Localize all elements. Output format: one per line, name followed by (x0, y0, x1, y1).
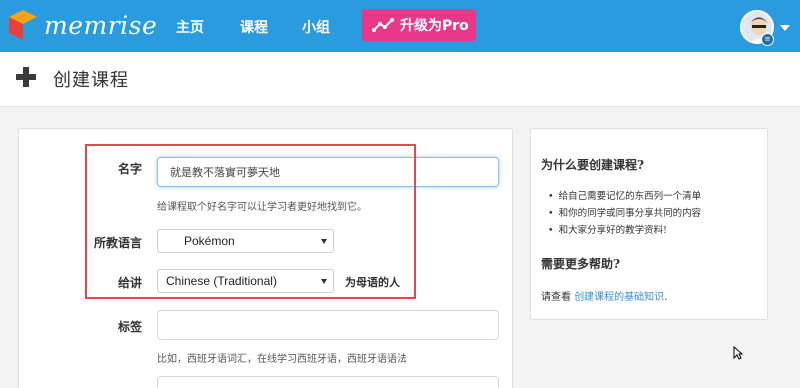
upgrade-pro-button[interactable]: 升级为Pro (362, 9, 476, 41)
tags-help-text: 比如，西班牙语词汇，在线学习西班牙语，西班牙语语法 (157, 354, 407, 365)
help-prefix: 请查看 (541, 292, 575, 303)
reasons-list: 给自己需要记忆的东西列一个清单 和你的同学或同事分享共同的内容 和大家分享好的教… (548, 188, 702, 239)
page-header: 创建课程 (0, 52, 800, 107)
logo-text[interactable]: memrise (44, 11, 157, 40)
list-item: 给自己需要记忆的东西列一个清单 (548, 188, 702, 205)
help-footer-text: 请查看 创建课程的基础知识. (541, 288, 667, 303)
list-item: 和你的同学或同事分享共同的内容 (548, 205, 702, 222)
more-help-heading: 需要更多帮助? (541, 257, 621, 271)
nav-link-courses[interactable]: 课程 (240, 17, 268, 37)
tags-label: 标签 (117, 320, 142, 334)
plus-icon (16, 67, 36, 87)
growth-chart-icon (372, 18, 394, 32)
page-title: 创建课程 (53, 70, 129, 91)
tags-input[interactable] (157, 310, 499, 340)
why-create-heading: 为什么要创建课程? (541, 158, 645, 172)
description-input[interactable] (157, 376, 499, 388)
avatar-badge: ≡ (761, 33, 774, 46)
chevron-down-icon[interactable] (780, 25, 790, 31)
list-item: 和大家分享好的教学资料! (548, 222, 701, 239)
annotation-highlight-box (85, 144, 416, 299)
memrise-logo-icon[interactable] (8, 9, 38, 41)
help-suffix: . (664, 292, 668, 303)
upgrade-pro-label: 升级为Pro (400, 18, 469, 34)
course-basics-link[interactable]: 创建课程的基础知识 (574, 292, 664, 303)
top-nav-bar: memrise 主页 课程 小组 升级为Pro ≡ (0, 0, 800, 52)
nav-link-home[interactable]: 主页 (176, 17, 204, 37)
nav-link-groups[interactable]: 小组 (302, 17, 330, 37)
mouse-cursor-icon (733, 346, 743, 360)
